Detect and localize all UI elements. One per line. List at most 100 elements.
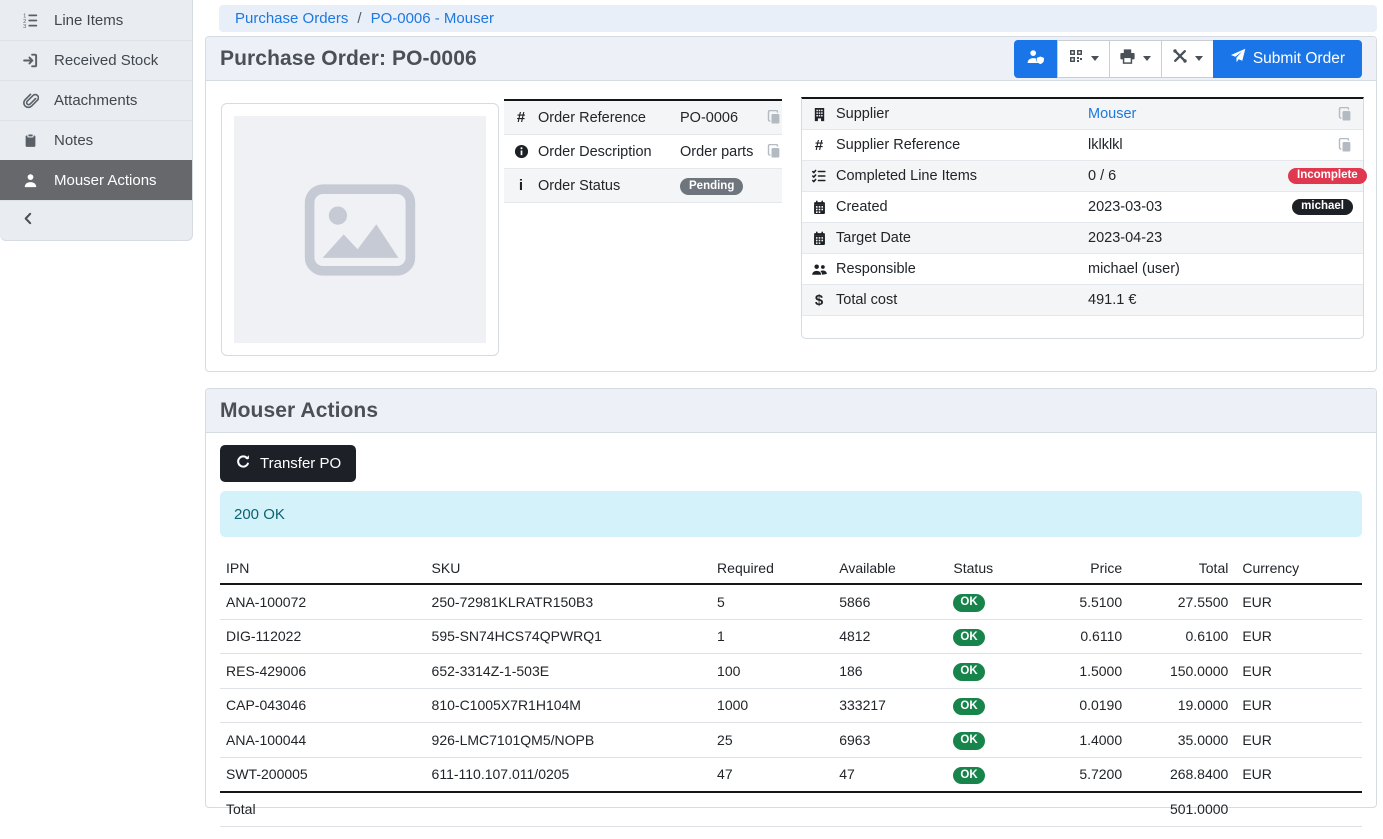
ok-badge: OK (953, 698, 984, 716)
sidebar-item-attachments[interactable]: Attachments (0, 80, 192, 120)
clipboard-icon (21, 133, 40, 148)
sidebar-item-label: Attachments (54, 92, 137, 109)
breadcrumb-link-purchase-orders[interactable]: Purchase Orders (235, 10, 348, 27)
supplier-reference-row: # Supplier Reference lklklkl (802, 130, 1363, 161)
table-row: RES-429006 652-3314Z-1-503E 100 186 OK 1… (220, 654, 1362, 689)
sidebar: 123 Line Items Received Stock Attachment… (0, 0, 193, 241)
ok-badge: OK (953, 663, 984, 681)
user-badge: michael (1292, 199, 1353, 216)
table-row: ANA-100072 250-72981KLRATR150B3 5 5866 O… (220, 584, 1362, 619)
responsible-row: Responsible michael (user) (802, 254, 1363, 285)
supplier-row: Supplier Mouser (802, 99, 1363, 130)
created-row: Created 2023-03-03 michael (802, 192, 1363, 223)
table-header-row: IPN SKU Required Available Status Price … (220, 557, 1362, 584)
col-total: Total (1130, 557, 1236, 584)
sidebar-item-line-items[interactable]: 123 Line Items (0, 0, 192, 40)
mouser-line-items-table: IPN SKU Required Available Status Price … (220, 557, 1362, 827)
total-label: Total (220, 792, 426, 827)
hash-icon: # (504, 109, 538, 126)
image-placeholder-icon (234, 116, 486, 343)
col-price: Price (1039, 557, 1130, 584)
order-description-row: Order Description Order parts (504, 135, 782, 169)
building-icon (802, 107, 836, 122)
completed-line-items-row: Completed Line Items 0 / 6 Incomplete (802, 161, 1363, 192)
calendar-icon (802, 231, 836, 246)
info-icon: i (504, 177, 538, 194)
sidebar-item-label: Notes (54, 132, 93, 149)
total-cost-row: $ Total cost 491.1 € (802, 285, 1363, 316)
table-row: DIG-112022 595-SN74HCS74QPWRQ1 1 4812 OK… (220, 619, 1362, 654)
order-image-card[interactable] (221, 103, 499, 356)
chevron-left-icon (21, 211, 36, 231)
order-actions-button[interactable] (1161, 40, 1214, 78)
col-currency: Currency (1236, 557, 1362, 584)
col-available: Available (833, 557, 947, 584)
order-details-table: # Order Reference PO-0006 Order Descript… (504, 99, 782, 203)
col-status: Status (947, 557, 1038, 584)
ok-badge: OK (953, 767, 984, 785)
supplier-details-table: Supplier Mouser # Supplier Reference lkl… (801, 97, 1364, 339)
list-ordered-icon: 123 (21, 12, 40, 29)
copy-icon[interactable] (767, 144, 782, 159)
purchase-order-panel: Purchase Order: PO-0006 (205, 36, 1377, 372)
sidebar-item-label: Line Items (54, 12, 123, 29)
order-reference-row: # Order Reference PO-0006 (504, 101, 782, 135)
caret-down-icon (1195, 56, 1203, 61)
admin-user-button[interactable] (1014, 40, 1058, 78)
ok-badge: OK (953, 629, 984, 647)
paperclip-icon (21, 92, 40, 109)
actions-panel-body: Transfer PO 200 OK IPN SKU Required Avai… (206, 433, 1376, 839)
svg-text:3: 3 (23, 24, 26, 29)
barcode-actions-button[interactable] (1057, 40, 1110, 78)
copy-icon[interactable] (1338, 107, 1353, 122)
submit-order-label: Submit Order (1253, 50, 1345, 68)
transfer-po-button[interactable]: Transfer PO (220, 445, 356, 482)
breadcrumb: Purchase Orders / PO-0006 - Mouser (219, 5, 1377, 32)
sign-in-icon (21, 52, 40, 69)
ok-badge: OK (953, 732, 984, 750)
supplier-link[interactable]: Mouser (1088, 106, 1136, 122)
breadcrumb-separator: / (357, 10, 361, 27)
caret-down-icon (1143, 56, 1151, 61)
ok-badge: OK (953, 594, 984, 612)
transfer-po-label: Transfer PO (260, 455, 341, 472)
printer-icon (1119, 48, 1136, 70)
col-ipn: IPN (220, 557, 426, 584)
col-sku: SKU (426, 557, 712, 584)
info-circle-icon (504, 144, 538, 159)
sidebar-item-label: Mouser Actions (54, 172, 157, 189)
grand-total-value: 501.0000 (1130, 792, 1236, 827)
breadcrumb-link-current-order[interactable]: PO-0006 - Mouser (371, 10, 494, 27)
actions-panel-header: Mouser Actions (206, 389, 1376, 433)
rotate-right-icon (235, 454, 251, 474)
calendar-icon (802, 200, 836, 215)
incomplete-badge: Incomplete (1288, 168, 1367, 185)
print-actions-button[interactable] (1109, 40, 1162, 78)
sidebar-collapse-button[interactable] (0, 200, 192, 240)
table-row: SWT-200005 611-110.107.011/0205 47 47 OK… (220, 757, 1362, 792)
paper-plane-icon (1230, 48, 1246, 69)
users-icon (802, 262, 836, 277)
table-row: CAP-043046 810-C1005X7R1H104M 1000 33321… (220, 688, 1362, 723)
dollar-icon: $ (802, 292, 836, 309)
list-check-icon (802, 168, 836, 184)
sidebar-item-notes[interactable]: Notes (0, 120, 192, 160)
actions-panel-title: Mouser Actions (220, 399, 378, 423)
sidebar-item-label: Received Stock (54, 52, 158, 69)
table-row: ANA-100044 926-LMC7101QM5/NOPB 25 6963 O… (220, 723, 1362, 758)
user-shield-icon (1026, 48, 1045, 70)
page-title: Purchase Order: PO-0006 (220, 47, 477, 71)
copy-icon[interactable] (767, 110, 782, 125)
status-badge: Pending (680, 178, 743, 195)
user-icon (21, 172, 40, 189)
status-alert-text: 200 OK (234, 506, 285, 523)
order-status-row: i Order Status Pending (504, 169, 782, 203)
sidebar-item-received-stock[interactable]: Received Stock (0, 40, 192, 80)
sidebar-item-mouser-actions[interactable]: Mouser Actions (0, 160, 192, 200)
submit-order-button[interactable]: Submit Order (1213, 40, 1362, 78)
tools-icon (1172, 48, 1188, 69)
caret-down-icon (1091, 56, 1099, 61)
copy-icon[interactable] (1338, 138, 1353, 153)
order-panel-header: Purchase Order: PO-0006 (206, 37, 1376, 81)
hash-icon: # (802, 137, 836, 154)
